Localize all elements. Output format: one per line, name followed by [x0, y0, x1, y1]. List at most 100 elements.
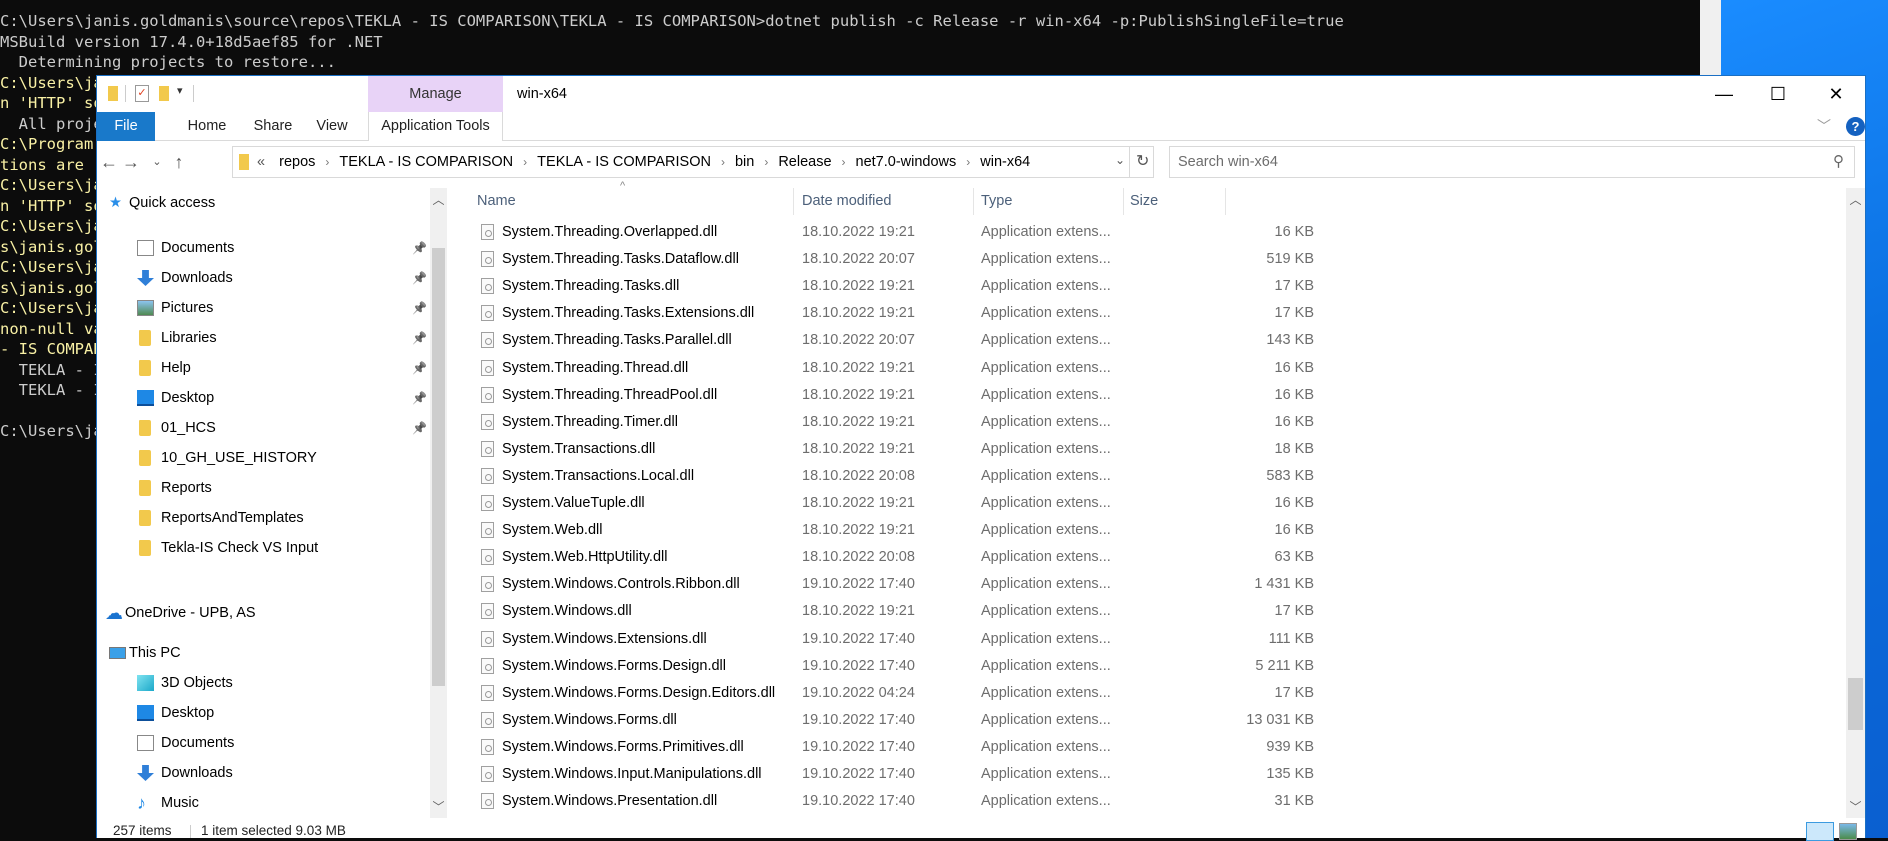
column-header-name[interactable]: Name: [477, 188, 516, 215]
address-bar[interactable]: « repos › TEKLA - IS COMPARISON › TEKLA - IS…: [232, 146, 1154, 178]
forward-button[interactable]: →: [119, 146, 143, 178]
column-divider[interactable]: [1225, 188, 1226, 215]
file-list-scrollbar[interactable]: ︿ ﹀: [1846, 188, 1865, 818]
breadcrumb-item[interactable]: TEKLA - IS COMPARISON: [339, 147, 513, 177]
breadcrumb-overflow[interactable]: «: [257, 147, 265, 177]
file-row[interactable]: System.Windows.Forms.Primitives.dll 19.10…: [477, 734, 1314, 761]
column-divider[interactable]: [973, 188, 974, 215]
details-view-button[interactable]: [1806, 822, 1834, 841]
file-row[interactable]: System.Transactions.Local.dll 18.10.2022 …: [477, 463, 1314, 490]
file-row[interactable]: System.Threading.Tasks.Parallel.dll 18.10…: [477, 327, 1314, 354]
close-button[interactable]: ✕: [1813, 76, 1859, 112]
file-row[interactable]: System.Threading.ThreadPool.dll 18.10.202…: [477, 382, 1314, 409]
address-dropdown-icon[interactable]: ⌄: [1115, 153, 1125, 167]
file-name: System.Windows.dll: [502, 603, 632, 620]
dll-file-icon: [481, 793, 494, 810]
file-row[interactable]: System.Threading.Tasks.dll 18.10.2022 19:…: [477, 273, 1314, 300]
file-row[interactable]: System.Web.dll 18.10.2022 19:21 Applicatio…: [477, 517, 1314, 544]
file-row[interactable]: System.Threading.Tasks.Extensions.dll 18.…: [477, 300, 1314, 327]
breadcrumb-item[interactable]: net7.0-windows: [856, 147, 957, 177]
file-name: System.Windows.Presentation.dll: [502, 793, 718, 810]
search-input[interactable]: Search win-x64 ⚲: [1169, 146, 1855, 178]
file-row[interactable]: System.Windows.Forms.Design.dll 19.10.202…: [477, 653, 1314, 680]
new-folder-icon[interactable]: [159, 86, 169, 101]
ribbon-tabs: File Home Share View Application Tools ﹀…: [97, 112, 1865, 141]
breadcrumb-item[interactable]: win-x64: [980, 147, 1030, 177]
up-button[interactable]: ↑: [167, 146, 191, 178]
file-type: Application extens...: [981, 603, 1111, 620]
column-divider[interactable]: [1123, 188, 1124, 215]
file-row[interactable]: System.Windows.Extensions.dll 19.10.2022 …: [477, 626, 1314, 653]
scroll-up-arrow-icon[interactable]: ︿: [1846, 191, 1865, 208]
file-size: 16 KB: [1274, 386, 1315, 403]
properties-icon[interactable]: ✓: [135, 85, 149, 102]
tab-file[interactable]: File: [97, 112, 155, 141]
file-name: System.Threading.Timer.dll: [502, 413, 678, 430]
back-button[interactable]: ←: [97, 146, 121, 178]
file-row[interactable]: System.Windows.dll 18.10.2022 19:21 Applic…: [477, 598, 1314, 625]
column-header-type[interactable]: Type: [981, 188, 1012, 215]
file-date-modified: 19.10.2022 17:40: [802, 576, 915, 593]
file-row[interactable]: System.ValueTuple.dll 18.10.2022 19:21 App…: [477, 490, 1314, 517]
maximize-button[interactable]: ☐: [1755, 76, 1801, 112]
file-size: 16 KB: [1274, 522, 1315, 539]
recent-locations-button[interactable]: ⌄: [145, 146, 169, 178]
file-date-modified: 19.10.2022 17:40: [802, 630, 915, 647]
chevron-right-icon[interactable]: ›: [325, 155, 329, 169]
file-row[interactable]: System.Threading.Overlapped.dll 18.10.202…: [477, 219, 1314, 246]
dll-file-icon: [481, 711, 494, 728]
file-row[interactable]: System.Threading.Tasks.Dataflow.dll 18.10…: [477, 246, 1314, 273]
chevron-right-icon[interactable]: ›: [842, 155, 846, 169]
dll-file-icon: [481, 278, 494, 295]
file-date-modified: 18.10.2022 19:21: [802, 278, 915, 295]
file-size: 17 KB: [1274, 305, 1315, 322]
file-name: System.Transactions.dll: [502, 440, 656, 457]
file-row[interactable]: System.Windows.Controls.Ribbon.dll 19.10.…: [477, 571, 1314, 598]
file-date-modified: 18.10.2022 20:07: [802, 332, 915, 349]
tab-application-tools[interactable]: Application Tools: [368, 112, 503, 141]
tab-manage[interactable]: Manage: [368, 76, 503, 112]
column-header-size[interactable]: Size: [1130, 188, 1158, 215]
file-row[interactable]: System.Windows.Forms.Design.Editors.dll 1…: [477, 680, 1314, 707]
file-row[interactable]: System.Threading.Timer.dll 18.10.2022 19:…: [477, 409, 1314, 436]
help-button[interactable]: ?: [1846, 117, 1865, 136]
column-divider[interactable]: [793, 188, 794, 215]
chevron-right-icon[interactable]: ›: [764, 155, 768, 169]
minimize-button[interactable]: —: [1701, 76, 1747, 112]
chevron-right-icon[interactable]: ›: [721, 155, 725, 169]
breadcrumb-item[interactable]: TEKLA - IS COMPARISON: [537, 147, 711, 177]
file-row[interactable]: [477, 815, 1237, 817]
breadcrumb-item[interactable]: repos: [279, 147, 315, 177]
scroll-down-arrow-icon[interactable]: ﹀: [1846, 798, 1865, 815]
tab-share[interactable]: Share: [243, 112, 303, 141]
dll-file-icon: [481, 766, 494, 782]
file-row[interactable]: System.Transactions.dll 18.10.2022 19:21 A…: [477, 436, 1314, 463]
customize-toolbar-icon[interactable]: ▾: [177, 84, 183, 97]
scrollbar-thumb[interactable]: [1848, 677, 1863, 730]
sort-ascending-icon: ^: [620, 180, 626, 192]
tab-home[interactable]: Home: [177, 112, 237, 141]
tab-view[interactable]: View: [304, 112, 360, 141]
chevron-right-icon[interactable]: ›: [523, 155, 527, 169]
file-row[interactable]: System.Windows.Input.Manipulations.dll 19…: [477, 761, 1314, 788]
refresh-button[interactable]: ↻: [1129, 147, 1149, 177]
column-header-date-modified[interactable]: Date modified: [802, 188, 891, 215]
file-row[interactable]: System.Windows.Presentation.dll 19.10.202…: [477, 788, 1314, 815]
scroll-up-arrow-icon[interactable]: ︿: [430, 191, 447, 208]
file-size: 17 KB: [1274, 278, 1315, 295]
file-row[interactable]: System.Web.HttpUtility.dll 18.10.2022 20:…: [477, 544, 1314, 571]
file-date-modified: 19.10.2022 17:40: [802, 793, 915, 810]
file-row[interactable]: System.Threading.Thread.dll 18.10.2022 19…: [477, 355, 1314, 382]
expand-ribbon-chevron-icon[interactable]: ﹀: [1817, 116, 1831, 136]
file-name: System.Windows.Forms.Primitives.dll: [502, 738, 744, 755]
large-icons-view-button[interactable]: [1839, 823, 1857, 840]
breadcrumb-item[interactable]: bin: [735, 147, 754, 177]
chevron-right-icon[interactable]: ›: [966, 155, 970, 169]
file-type: Application extens...: [981, 711, 1111, 728]
file-row[interactable]: System.Windows.Forms.dll 19.10.2022 17:40…: [477, 707, 1314, 734]
file-name: System.Threading.Tasks.Parallel.dll: [502, 332, 732, 349]
file-size: 5 211 KB: [1255, 657, 1314, 674]
nav-item-quick-access[interactable]: ★ Quick access: [109, 188, 430, 218]
file-name: System.Windows.Forms.Design.Editors.dll: [502, 684, 776, 701]
breadcrumb-item[interactable]: Release: [778, 147, 831, 177]
